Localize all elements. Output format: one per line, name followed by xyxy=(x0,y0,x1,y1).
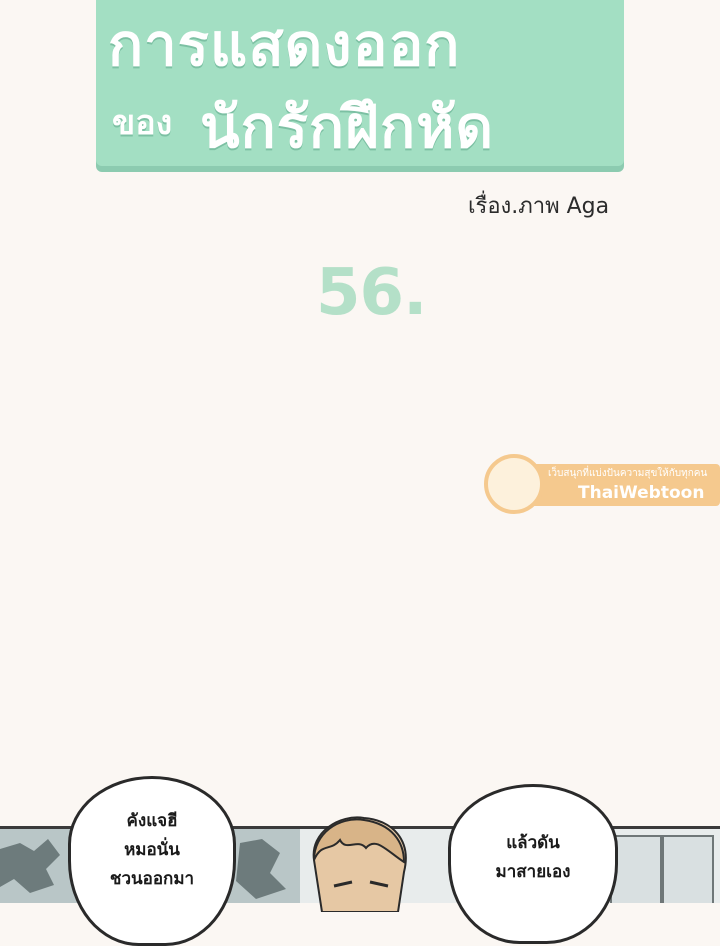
author-credit: เรื่อง.ภาพ Aga xyxy=(468,194,610,219)
watermark-brand: ThaiWebtoon xyxy=(578,483,705,503)
bubble-left-line-1: คังแจฮี xyxy=(126,811,178,831)
title-line-2: นักรักฝึกหัด xyxy=(200,93,495,161)
title-line-1: การแสดงออก xyxy=(108,11,461,79)
title-line-2-prefix: ของ xyxy=(112,103,173,143)
bubble-left-line-3: ชวนออกมา xyxy=(109,869,195,889)
episode-number: 56. xyxy=(316,256,427,330)
window-frame xyxy=(662,835,714,903)
speech-bubble-right: แล้วดัน มาสายเอง xyxy=(448,784,618,944)
bubble-left-line-2: หมอนั่น xyxy=(124,840,180,860)
speech-bubble-left: คังแจฮี หมอนั่น ชวนออกมา xyxy=(68,776,236,946)
watermark: เว็บสนุกที่แบ่งปันความสุขให้กับทุกคน Tha… xyxy=(478,452,720,518)
character-head-icon xyxy=(312,816,407,912)
watermark-logo-icon xyxy=(484,454,544,514)
bubble-right-line-2: มาสายเอง xyxy=(495,862,571,882)
bubble-right-line-1: แล้วดัน xyxy=(506,833,560,853)
watermark-tagline: เว็บสนุกที่แบ่งปันความสุขให้กับทุกคน xyxy=(548,468,708,479)
